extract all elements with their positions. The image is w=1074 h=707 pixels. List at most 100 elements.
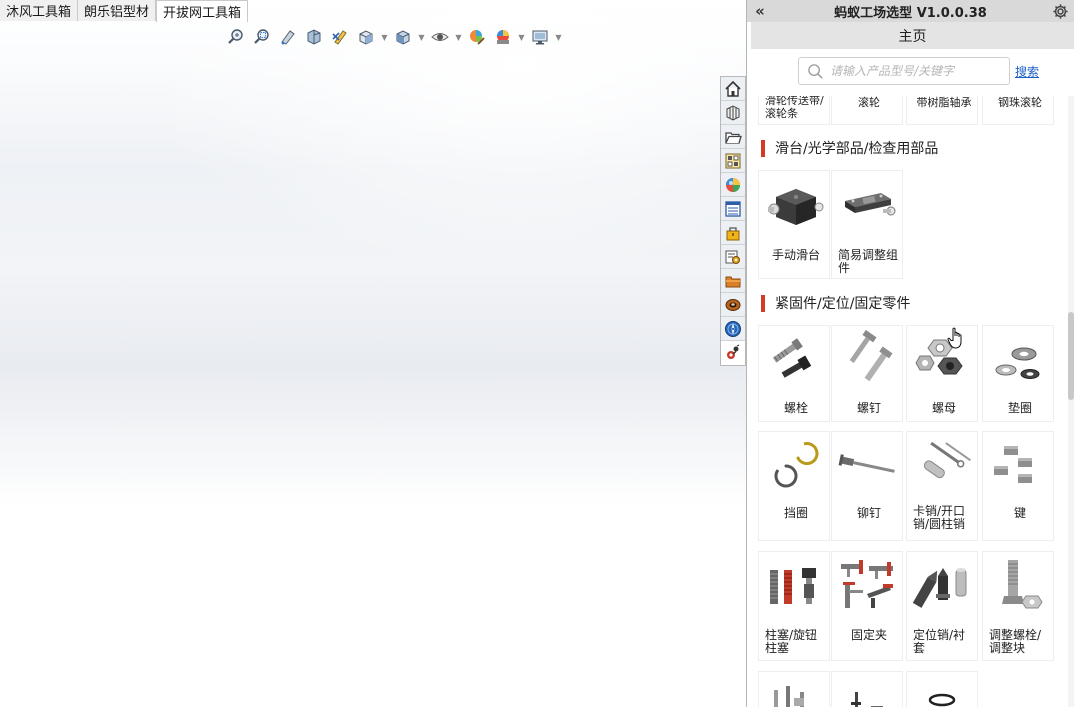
catalog-item-nut[interactable]: 螺母	[907, 326, 977, 421]
search-button[interactable]: 搜索	[1015, 63, 1039, 80]
panel-scrollbar-track[interactable]	[1068, 96, 1074, 707]
item-label: 螺母	[931, 401, 956, 415]
home-nav-bar[interactable]: 主页	[751, 22, 1074, 49]
item-label: 固定夹	[850, 628, 887, 642]
display-style-dropdown[interactable]: ▼	[417, 26, 426, 48]
task-pane-tabs	[720, 76, 746, 366]
catalog-item-plunger[interactable]: 柱塞/旋钮柱塞	[759, 552, 829, 660]
catalog-item-partial[interactable]: 滚轮	[832, 96, 902, 124]
catalog-item-pin[interactable]: 卡销/开口销/圆柱销	[907, 432, 977, 540]
section-title-fasteners: 紧固件/定位/固定零件	[761, 293, 910, 313]
search-input[interactable]	[830, 64, 1000, 78]
collapse-panel-button[interactable]: «	[747, 0, 773, 22]
key-icon	[988, 436, 1048, 496]
catalog-item-locating-pin[interactable]: 定位销/衬套	[907, 552, 977, 660]
view-orientation-icon[interactable]	[354, 26, 378, 48]
custom-properties-icon[interactable]	[721, 197, 745, 221]
product-selection-panel: « 蚂蚁工场选型 V1.0.0.38 主页 搜索 滑轮传送带/滚轮条 滚轮	[746, 0, 1074, 707]
document-tabs: 沐风工具箱 朗乐铝型材 开拔网工具箱	[0, 0, 249, 22]
solidworks-resources-icon[interactable]	[721, 77, 745, 101]
manual-slide-icon	[764, 175, 824, 235]
zoom-to-fit-icon[interactable]	[224, 26, 248, 48]
section-view-icon[interactable]	[302, 26, 326, 48]
tab-langle-aluminum[interactable]: 朗乐铝型材	[78, 0, 157, 21]
catalog-item-partial-bottom[interactable]	[832, 672, 902, 707]
section-title-text: 滑台/光学部品/检查用部品	[775, 141, 939, 157]
catalog-item-washer[interactable]: 垫圈	[983, 326, 1053, 421]
engineering-tool-icon[interactable]	[721, 245, 745, 269]
bolt-icon	[764, 330, 824, 390]
catalog-item-partial[interactable]: 钢珠滚轮	[983, 96, 1053, 124]
ant-factory-icon[interactable]	[721, 341, 745, 365]
tab-mufeng-toolbox[interactable]: 沐风工具箱	[0, 0, 79, 21]
display-style-icon[interactable]	[391, 26, 415, 48]
part-thumbnail-icon	[764, 676, 824, 707]
panel-title-bar: « 蚂蚁工场选型 V1.0.0.38	[747, 0, 1074, 22]
settings-gear-icon[interactable]	[1050, 1, 1070, 21]
apply-scene-dropdown[interactable]: ▼	[517, 26, 526, 48]
part-thumbnail-icon	[837, 676, 897, 707]
catalog-item-adjust-unit[interactable]: 简易调整组件	[832, 171, 902, 278]
catalog-item-key[interactable]: 键	[983, 432, 1053, 540]
panel-title: 蚂蚁工场选型 V1.0.0.38	[834, 5, 987, 21]
item-label: 螺栓	[783, 401, 808, 415]
navigation-tool-icon[interactable]	[721, 317, 745, 341]
retaining-ring-icon	[764, 436, 824, 496]
appearances-icon[interactable]	[721, 173, 745, 197]
locating-pin-icon	[912, 556, 972, 616]
dynamic-annotation-icon[interactable]	[328, 26, 352, 48]
section-marker	[761, 139, 765, 157]
hide-show-items-icon[interactable]	[428, 26, 452, 48]
tab-kaiba-toolbox[interactable]: 开拔网工具箱	[156, 0, 249, 22]
catalog-item-partial[interactable]: 带树脂轴承	[907, 96, 977, 124]
item-label: 带树脂轴承	[916, 96, 972, 109]
previous-view-icon[interactable]	[276, 26, 300, 48]
view-settings-icon[interactable]	[528, 26, 552, 48]
view-palette-icon[interactable]	[721, 149, 745, 173]
section-title-text: 紧固件/定位/固定零件	[775, 296, 911, 312]
catalog-item-adjust-bolt[interactable]: 调整螺栓/调整块	[983, 552, 1053, 660]
catalog-item-partial[interactable]: 滑轮传送带/滚轮条	[759, 96, 829, 124]
clamp-icon	[837, 556, 897, 616]
item-label: 柱塞/旋钮柱塞	[765, 628, 818, 655]
catalog-item-screw[interactable]: 螺钉	[832, 326, 902, 421]
hide-show-dropdown[interactable]: ▼	[454, 26, 463, 48]
adjust-unit-icon	[837, 175, 897, 235]
bearing-tool-icon[interactable]	[721, 293, 745, 317]
zoom-to-area-icon[interactable]	[250, 26, 274, 48]
toolbox-icon[interactable]	[721, 221, 745, 245]
catalog-item-partial-bottom[interactable]	[907, 672, 977, 707]
catalog-item-clamp[interactable]: 固定夹	[832, 552, 902, 660]
plunger-icon	[764, 556, 824, 616]
view-orientation-dropdown[interactable]: ▼	[380, 26, 389, 48]
search-box	[798, 57, 1010, 85]
design-library-icon[interactable]	[721, 101, 745, 125]
graphics-area[interactable]	[0, 0, 746, 707]
catalog-item-manual-slide[interactable]: 手动滑台	[759, 171, 829, 278]
file-explorer-icon[interactable]	[721, 125, 745, 149]
catalog-content: 滑轮传送带/滚轮条 滚轮 带树脂轴承 钢珠滚轮 滑台/光学部品/检查用部品 手动…	[747, 96, 1069, 707]
item-label: 铆钉	[856, 506, 881, 520]
apply-scene-icon[interactable]	[491, 26, 515, 48]
pin-icon	[912, 436, 972, 496]
item-label: 卡销/开口销/圆柱销	[913, 504, 966, 531]
view-settings-dropdown[interactable]: ▼	[554, 26, 563, 48]
item-label: 调整螺栓/调整块	[989, 628, 1042, 655]
search-row: 搜索	[747, 54, 1074, 88]
screw-icon	[837, 330, 897, 390]
catalog-item-partial-bottom[interactable]	[759, 672, 829, 707]
panel-scrollbar-thumb[interactable]	[1068, 312, 1074, 400]
item-label: 定位销/衬套	[913, 628, 966, 655]
rivet-icon	[837, 436, 897, 496]
folder-tool-icon[interactable]	[721, 269, 745, 293]
item-label: 垫圈	[1007, 401, 1032, 415]
item-label: 滚轮	[858, 96, 880, 109]
adjust-bolt-icon	[988, 556, 1048, 616]
item-label: 螺钉	[856, 401, 881, 415]
nut-icon	[912, 330, 972, 390]
catalog-item-bolt[interactable]: 螺栓	[759, 326, 829, 421]
catalog-item-rivet[interactable]: 铆钉	[832, 432, 902, 540]
edit-appearance-icon[interactable]	[465, 26, 489, 48]
o-ring-icon	[912, 676, 972, 707]
catalog-item-retaining-ring[interactable]: 挡圈	[759, 432, 829, 540]
